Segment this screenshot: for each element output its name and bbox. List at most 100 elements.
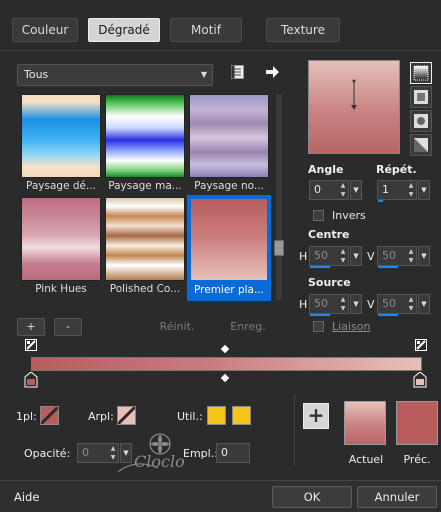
- center-h-level-bar: [310, 266, 330, 268]
- repeat-value: 1: [382, 183, 389, 196]
- center-h-dropdown-button[interactable]: ▼: [350, 246, 362, 266]
- repeat-spinbox[interactable]: 1 ▲ ▼: [377, 180, 417, 202]
- background-swatch[interactable]: [117, 406, 136, 425]
- source-h-dropdown-button[interactable]: ▼: [350, 294, 362, 314]
- source-v-label: V: [367, 298, 375, 311]
- spin-arrows-icon[interactable]: ▲ ▼: [406, 247, 416, 265]
- cancel-button[interactable]: Annuler: [357, 486, 437, 508]
- arrow-right-icon[interactable]: [264, 64, 280, 80]
- repeat-level-bar: [378, 200, 383, 202]
- library-icon[interactable]: [230, 64, 246, 80]
- source-h-spinbox[interactable]: 50 ▲ ▼: [309, 294, 349, 316]
- spin-arrows-icon[interactable]: ▲ ▼: [338, 295, 348, 313]
- gradient-item-paysage-ma[interactable]: Paysage ma...: [105, 94, 185, 196]
- center-h-label: H: [299, 250, 308, 263]
- link-checkbox[interactable]: [313, 321, 324, 332]
- center-v-label: V: [367, 250, 375, 263]
- source-h-level-bar: [310, 314, 330, 316]
- gradient-item-premier-plan[interactable]: Premier pla...: [187, 195, 271, 301]
- scrollbar-thumb[interactable]: [274, 240, 284, 256]
- tab-couleur[interactable]: Couleur: [12, 18, 78, 42]
- gradient-label: Paysage no...: [194, 180, 264, 192]
- center-h-value: 50: [314, 249, 328, 262]
- spin-arrows-icon[interactable]: ▲ ▼: [406, 181, 416, 199]
- center-v-spinbox[interactable]: 50 ▲ ▼: [377, 246, 417, 268]
- center-label: Centre: [308, 228, 350, 241]
- transparency-stop-start[interactable]: [25, 339, 37, 351]
- link-label: Liaison: [332, 320, 371, 333]
- opacity-value: 0: [82, 446, 89, 459]
- color-stop-end[interactable]: [413, 371, 427, 388]
- source-v-level-bar: [378, 314, 398, 316]
- angle-dropdown-button[interactable]: ▼: [350, 180, 362, 200]
- tab-texture[interactable]: Texture: [266, 18, 340, 42]
- color-midpoint[interactable]: [220, 373, 230, 383]
- user-color-swatch-2[interactable]: [232, 406, 251, 425]
- gradient-thumbnail: [105, 197, 185, 281]
- gradient-thumbnail: [190, 198, 268, 281]
- gradient-label: Pink Hues: [35, 283, 87, 295]
- opacity-label: Opacité:: [24, 447, 71, 460]
- chevron-down-icon: ▼: [200, 70, 207, 79]
- gradient-editor-bar[interactable]: [31, 357, 422, 371]
- user-color-swatch-1[interactable]: [207, 406, 226, 425]
- location-input[interactable]: 0: [216, 443, 250, 463]
- category-select-value: Tous: [24, 68, 49, 81]
- source-h-value: 50: [314, 297, 328, 310]
- gradient-label: Premier pla...: [194, 284, 264, 296]
- source-v-spinbox[interactable]: 50 ▲ ▼: [377, 294, 417, 316]
- gradient-item-paysage-no[interactable]: Paysage no...: [189, 94, 269, 196]
- tab-degrade[interactable]: Dégradé: [88, 18, 160, 42]
- remove-gradient-button[interactable]: -: [54, 318, 82, 336]
- save-button[interactable]: Enreg.: [223, 318, 273, 336]
- angle-label: Angle: [308, 163, 344, 176]
- gradient-thumbnail: [105, 94, 185, 178]
- previous-label: Préc.: [403, 453, 431, 466]
- rectangular-style-button[interactable]: [410, 86, 432, 108]
- divider: [294, 395, 295, 465]
- angle-value: 0: [314, 183, 321, 196]
- gradient-preview[interactable]: [308, 60, 400, 154]
- radial-style-button[interactable]: [410, 110, 432, 132]
- repeat-label: Répét.: [376, 163, 417, 176]
- source-v-dropdown-button[interactable]: ▼: [418, 294, 430, 314]
- transparency-midpoint[interactable]: [220, 344, 230, 354]
- gradient-item-paysage-desert[interactable]: Paysage dé...: [21, 94, 101, 196]
- angle-spinbox[interactable]: 0 ▲ ▼: [309, 180, 349, 200]
- ok-button[interactable]: OK: [272, 486, 352, 508]
- user-color-label: Util.:: [177, 410, 203, 423]
- location-value: 0: [221, 446, 228, 459]
- reset-button[interactable]: Réinit.: [152, 318, 202, 336]
- gradient-label: Paysage ma...: [108, 180, 182, 192]
- source-label: Source: [308, 276, 351, 289]
- spin-arrows-icon[interactable]: ▲ ▼: [338, 181, 348, 199]
- center-h-spinbox[interactable]: 50 ▲ ▼: [309, 246, 349, 268]
- color-stop-start[interactable]: [24, 371, 38, 388]
- add-color-button[interactable]: +: [303, 403, 329, 429]
- foreground-swatch[interactable]: [40, 406, 59, 425]
- linear-style-button[interactable]: [410, 62, 432, 84]
- gradient-item-polished-copper[interactable]: Polished Co...: [105, 197, 185, 299]
- help-link[interactable]: Aide: [14, 490, 39, 504]
- add-gradient-button[interactable]: +: [17, 318, 45, 336]
- category-select[interactable]: Tous ▼: [17, 64, 213, 86]
- gradient-thumbnail: [189, 94, 269, 178]
- gradient-item-pink-hues[interactable]: Pink Hues: [21, 197, 101, 299]
- invert-label: Invers: [332, 209, 366, 222]
- source-h-label: H: [299, 298, 308, 311]
- gradient-thumbnail: [21, 94, 101, 178]
- tab-motif[interactable]: Motif: [170, 18, 242, 42]
- source-v-value: 50: [382, 297, 396, 310]
- spin-arrows-icon[interactable]: ▲ ▼: [406, 295, 416, 313]
- repeat-dropdown-button[interactable]: ▼: [418, 180, 430, 200]
- center-v-level-bar: [378, 266, 398, 268]
- previous-swatch[interactable]: [396, 401, 438, 445]
- sunburst-style-button[interactable]: [410, 134, 432, 156]
- center-v-dropdown-button[interactable]: ▼: [418, 246, 430, 266]
- gradient-label: Polished Co...: [109, 283, 181, 295]
- transparency-stop-end[interactable]: [415, 339, 427, 351]
- foreground-label: 1pl:: [16, 410, 37, 423]
- spin-arrows-icon[interactable]: ▲ ▼: [338, 247, 348, 265]
- gradient-list-scrollbar[interactable]: [276, 94, 282, 300]
- invert-checkbox[interactable]: [313, 210, 324, 221]
